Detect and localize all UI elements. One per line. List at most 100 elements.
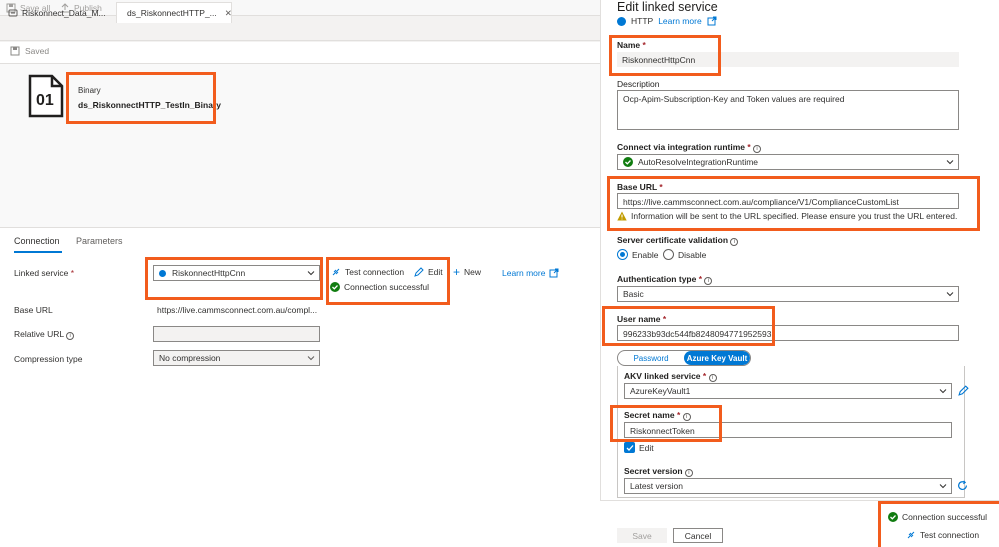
dataset-type: Binary <box>78 86 101 95</box>
base-url-label: Base URL <box>14 305 53 315</box>
tab-underline <box>14 251 62 253</box>
footer-test-connection-label: Test connection <box>920 530 980 540</box>
chevron-down-icon <box>946 160 954 165</box>
panel-base-url-input[interactable]: https://live.cammsconnect.com.au/complia… <box>617 193 959 209</box>
pipeline-icon <box>8 9 18 16</box>
name-input[interactable]: RiskonnectHttpCnn <box>617 52 959 67</box>
plug-icon <box>907 531 915 539</box>
enable-radio[interactable]: Enable <box>617 249 658 260</box>
info-icon: i <box>682 413 691 421</box>
info-icon: i <box>684 469 693 477</box>
cancel-button[interactable]: Cancel <box>673 528 723 543</box>
secret-version-select[interactable]: Latest version <box>624 478 952 494</box>
chevron-down-icon <box>307 356 315 361</box>
new-button[interactable]: + New <box>453 266 482 278</box>
saved-label: Saved <box>25 46 50 56</box>
external-link-icon <box>549 268 559 278</box>
user-name-label: User name * <box>617 314 667 324</box>
info-icon: i <box>753 145 762 153</box>
checkmark-icon <box>624 442 635 453</box>
linked-service-value: RiskonnectHttpCnn <box>172 268 246 278</box>
relative-url-label: Relative URL i <box>14 329 75 340</box>
chevron-down-icon <box>939 484 947 489</box>
panel-base-url-label: Base URL * <box>617 182 663 192</box>
save-button[interactable]: Save <box>617 528 667 543</box>
edit-checkbox[interactable]: Edit <box>624 442 654 453</box>
edit-button[interactable]: Edit <box>414 267 443 277</box>
chevron-down-icon <box>939 389 947 394</box>
secret-version-label: Secret version i <box>624 466 693 477</box>
check-circle-icon <box>888 512 898 522</box>
warning-text: Information will be sent to the URL spec… <box>631 211 958 221</box>
secret-name-label: Secret name * i <box>624 410 691 421</box>
learn-more-label: Learn more <box>502 268 546 278</box>
compression-type-select[interactable]: No compression <box>153 350 320 366</box>
linked-service-select[interactable]: RiskonnectHttpCnn <box>153 265 320 281</box>
refresh-icon[interactable] <box>957 480 968 491</box>
edit-label: Edit <box>428 267 443 277</box>
radio-empty-icon <box>663 249 674 260</box>
compression-type-value: No compression <box>159 353 221 363</box>
credential-source-toggle: Password Azure Key Vault <box>617 350 751 366</box>
footer-test-connection-button[interactable]: Test connection <box>906 530 979 540</box>
radio-selected-icon <box>617 249 628 260</box>
enable-label: Enable <box>632 249 659 260</box>
globe-icon <box>617 16 626 26</box>
pencil-icon[interactable] <box>958 385 969 396</box>
tab-dataset[interactable]: ds_RiskonnectHTTP_... ✕ <box>116 2 232 23</box>
info-icon: i <box>730 238 739 246</box>
test-connection-label: Test connection <box>345 267 405 277</box>
info-icon: i <box>66 332 75 340</box>
base-url-value: https://live.cammsconnect.com.au/compl..… <box>157 305 318 315</box>
akv-linked-service-select[interactable]: AzureKeyVault1 <box>624 383 952 399</box>
connection-status: Connection successful <box>330 282 429 292</box>
linked-service-icon <box>159 269 166 277</box>
akv-linked-service-label: AKV linked service * i <box>624 371 717 382</box>
description-textarea[interactable]: Ocp-Apim-Subscription-Key and Token valu… <box>617 90 959 130</box>
info-icon: i <box>708 374 717 382</box>
plug-icon <box>332 268 340 276</box>
runtime-select[interactable]: AutoResolveIntegrationRuntime <box>617 154 959 170</box>
password-option[interactable]: Password <box>618 351 684 365</box>
relative-url-input[interactable] <box>153 326 320 342</box>
akv-linked-service-value: AzureKeyVault1 <box>630 386 691 396</box>
secret-name-input[interactable]: RiskonnectToken <box>624 422 952 438</box>
description-label: Description <box>617 79 660 89</box>
pencil-icon <box>414 267 424 277</box>
user-name-input[interactable]: 996233b93dc544fb8248094771952593 <box>617 325 959 341</box>
chevron-down-icon <box>307 271 315 276</box>
tab-connection[interactable]: Connection <box>14 236 60 246</box>
disable-label: Disable <box>678 249 707 260</box>
base-url-warning: Information will be sent to the URL spec… <box>617 211 957 221</box>
panel-title: Edit linked service <box>617 0 718 14</box>
panel-learn-more-link[interactable]: Learn more <box>658 16 701 26</box>
runtime-value: AutoResolveIntegrationRuntime <box>638 157 759 167</box>
test-connection-button[interactable]: Test connection <box>331 267 404 277</box>
binary-icon-text: 01 <box>36 92 54 109</box>
info-icon: i <box>704 277 713 285</box>
chevron-down-icon <box>946 292 954 297</box>
dataset-name: ds_RiskonnectHTTP_TestIn_Binary <box>78 100 221 110</box>
auth-type-label: Authentication type * i <box>617 274 713 285</box>
runtime-label: Connect via integration runtime * i <box>617 142 762 153</box>
tab-pipeline[interactable]: Riskonnect_Data_M... <box>2 2 114 23</box>
check-circle-icon <box>330 282 340 292</box>
edit-checkbox-label: Edit <box>639 442 654 453</box>
compression-type-label: Compression type <box>14 354 83 364</box>
auth-type-select[interactable]: Basic <box>617 286 959 302</box>
connection-status-label: Connection successful <box>344 282 430 292</box>
tab-parameters[interactable]: Parameters <box>76 236 123 246</box>
save-icon <box>10 46 20 56</box>
new-label: New <box>464 267 482 277</box>
name-label: Name * <box>617 40 646 50</box>
footer-connection-status: Connection successful <box>888 512 987 522</box>
disable-radio[interactable]: Disable <box>663 249 706 260</box>
certificate-label: Server certificate validation i <box>617 235 739 246</box>
learn-more-link[interactable]: Learn more <box>502 268 559 278</box>
external-link-icon <box>707 16 717 26</box>
check-circle-icon <box>623 157 633 167</box>
close-icon[interactable]: ✕ <box>225 8 232 19</box>
saved-status: Saved <box>10 46 49 56</box>
tab-label: Riskonnect_Data_M... <box>22 7 106 18</box>
azure-key-vault-option[interactable]: Azure Key Vault <box>684 351 750 365</box>
